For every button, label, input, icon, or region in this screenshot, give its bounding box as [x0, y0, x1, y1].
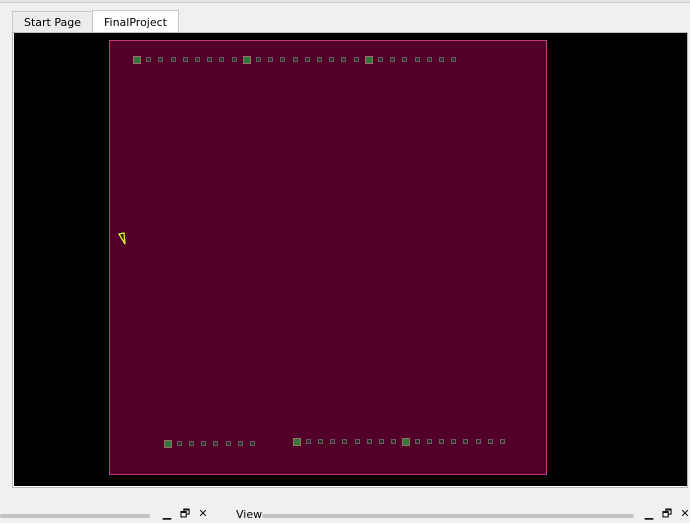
pcb-pin — [292, 57, 298, 62]
pcb-pin — [342, 439, 348, 444]
pcb-pin — [390, 439, 396, 444]
pcb-pin — [268, 57, 274, 62]
pcb-pin — [353, 57, 359, 62]
restore-icon[interactable]: 🗗 — [178, 507, 192, 521]
pcb-pad — [133, 56, 141, 64]
pcb-pin — [213, 441, 219, 446]
pcb-pin — [499, 439, 505, 444]
pcb-pin — [231, 57, 237, 62]
pcb-pad — [242, 56, 251, 64]
panel-scrollbar-left[interactable] — [0, 514, 150, 518]
pcb-pin — [225, 441, 231, 446]
pcb-pin — [330, 439, 336, 444]
close-icon[interactable]: ✕ — [678, 507, 690, 521]
pcb-pin — [463, 439, 469, 444]
pcb-pin — [146, 57, 152, 62]
pcb-pin — [237, 441, 243, 446]
minimize-icon[interactable]: ▁ — [642, 507, 656, 521]
pcb-pin — [427, 439, 433, 444]
pcb-pad — [164, 440, 172, 448]
pcb-pin — [426, 57, 432, 62]
pcb-pin — [402, 57, 408, 62]
pcb-pin — [158, 57, 164, 62]
minimize-icon[interactable]: ▁ — [160, 507, 174, 521]
pcb-pad — [401, 438, 410, 446]
pcb-pin — [451, 439, 457, 444]
pcb-pin — [390, 57, 396, 62]
pcb-pin — [354, 439, 360, 444]
pcb-pin — [189, 441, 195, 446]
pcb-pin — [439, 439, 445, 444]
pcb-pin — [439, 57, 444, 62]
pcb-pin — [195, 57, 200, 62]
selection-marker-icon — [118, 232, 126, 245]
pcb-pin — [475, 439, 481, 444]
pcb-pin — [451, 57, 457, 62]
pcb-pin — [182, 57, 188, 62]
pcb-pin — [415, 439, 420, 444]
pcb-canvas[interactable] — [14, 33, 687, 486]
bottom-panel-bar: ▁ 🗗 ✕ View ▁ 🗗 ✕ — [0, 505, 690, 523]
top-strip — [0, 0, 690, 3]
pcb-pin — [366, 439, 372, 444]
pcb-pin — [207, 57, 213, 62]
pcb-pad — [364, 56, 373, 64]
tab-finalproject[interactable]: FinalProject — [92, 10, 179, 33]
pcb-pin — [378, 57, 383, 62]
pcb-pin — [256, 57, 261, 62]
pcb-pad — [293, 438, 301, 446]
document-tabs: Start Page FinalProject — [12, 10, 179, 33]
pcb-pin — [170, 57, 176, 62]
restore-icon[interactable]: 🗗 — [660, 507, 674, 521]
pcb-pin — [304, 57, 310, 62]
pcb-pin — [414, 57, 420, 62]
pcb-pin — [329, 57, 335, 62]
pcb-pin — [280, 57, 286, 62]
pcb-pin — [487, 439, 493, 444]
pcb-pin — [177, 441, 183, 446]
pcb-pin — [341, 57, 347, 62]
close-icon[interactable]: ✕ — [196, 507, 210, 521]
pcb-pin — [249, 441, 255, 446]
pcb-pin — [317, 57, 322, 62]
panel-scrollbar-right[interactable] — [262, 514, 634, 518]
view-panel-title: View — [236, 508, 263, 521]
pcb-pin — [378, 439, 384, 444]
pcb-pin — [201, 441, 207, 446]
pcb-pin — [318, 439, 324, 444]
tab-start-page[interactable]: Start Page — [12, 11, 93, 33]
pcb-board[interactable] — [109, 40, 547, 475]
pcb-pin — [219, 57, 225, 62]
pcb-pin — [306, 439, 312, 444]
